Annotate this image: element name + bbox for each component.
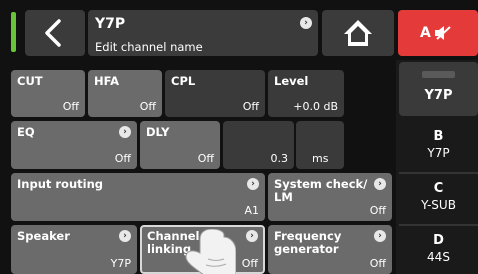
system-check-tile[interactable]: System check/ LM › Off xyxy=(268,173,392,221)
home-icon xyxy=(344,20,372,46)
cut-tile[interactable]: CUT Off xyxy=(11,70,85,117)
cut-label: CUT xyxy=(17,74,43,88)
channel-item-a[interactable]: Y7P xyxy=(399,62,478,116)
info-icon: › xyxy=(247,178,259,190)
channel-item-b[interactable]: B Y7P xyxy=(399,124,478,170)
channel-d-letter: D xyxy=(433,233,444,248)
level-tile[interactable]: Level +0.0 dB xyxy=(268,70,344,117)
input-routing-tile[interactable]: Input routing › A1 xyxy=(11,173,265,221)
delay-unit-value: ms xyxy=(312,152,329,165)
delay-amount-value: 0.3 xyxy=(270,152,289,165)
cpl-value: Off xyxy=(242,100,259,113)
channel-title: Y7P xyxy=(95,16,126,32)
channel-item-c[interactable]: C Y-SUB xyxy=(399,176,478,222)
channel-item-d[interactable]: D 44S xyxy=(399,228,478,274)
frequency-generator-label: Frequency generator xyxy=(274,230,341,256)
divider xyxy=(399,224,478,226)
channel-c-name: Y-SUB xyxy=(421,198,456,212)
hfa-label: HFA xyxy=(94,74,120,88)
info-icon: › xyxy=(119,126,131,138)
channel-d-name: 44S xyxy=(427,250,450,264)
system-check-label-line2: LM xyxy=(274,190,293,204)
touch-finger-icon xyxy=(185,229,236,274)
speaker-value: Y7P xyxy=(110,257,131,270)
info-icon: › xyxy=(374,178,386,190)
back-button[interactable] xyxy=(25,10,85,56)
channel-active-indicator xyxy=(422,71,455,78)
dly-label: DLY xyxy=(146,125,170,139)
level-label: Level xyxy=(274,74,309,88)
input-routing-value: A1 xyxy=(244,204,259,217)
delay-amount-field[interactable]: 0.3 xyxy=(223,121,294,169)
mute-button[interactable]: A xyxy=(398,10,478,56)
frequency-generator-tile[interactable]: Frequency generator › Off xyxy=(268,225,392,274)
channel-linking-tile[interactable]: Channel linking › Off xyxy=(140,225,265,274)
frequency-generator-value: Off xyxy=(369,257,386,270)
delay-unit-field[interactable]: ms xyxy=(296,121,344,169)
dly-value: Off xyxy=(197,152,214,165)
eq-value: Off xyxy=(114,152,131,165)
system-check-value: Off xyxy=(369,204,386,217)
hfa-tile[interactable]: HFA Off xyxy=(88,70,162,117)
divider xyxy=(399,172,478,174)
info-icon: › xyxy=(300,17,312,29)
level-value: +0.0 dB xyxy=(293,100,338,113)
channel-status-indicator xyxy=(11,12,16,52)
info-icon: › xyxy=(246,230,258,242)
channel-subtitle: Edit channel name xyxy=(95,40,203,54)
channel-b-letter: B xyxy=(433,129,444,144)
channel-c-letter: C xyxy=(433,181,444,196)
speaker-muted-icon xyxy=(435,26,451,40)
channel-name-field[interactable]: Y7P Edit channel name › xyxy=(88,10,318,56)
frequency-generator-label-line1: Frequency xyxy=(274,229,342,243)
frequency-generator-label-line2: generator xyxy=(274,242,339,256)
eq-tile[interactable]: EQ › Off xyxy=(11,121,137,169)
chevron-left-icon xyxy=(45,19,61,47)
cpl-label: CPL xyxy=(171,74,196,88)
channel-b-name: Y7P xyxy=(427,146,450,160)
channel-a-name: Y7P xyxy=(424,88,453,103)
cut-value: Off xyxy=(62,100,79,113)
speaker-label: Speaker xyxy=(17,229,70,243)
hfa-value: Off xyxy=(139,100,156,113)
speaker-tile[interactable]: Speaker › Y7P xyxy=(11,225,137,274)
dly-tile[interactable]: DLY Off xyxy=(140,121,220,169)
mute-channel-label: A xyxy=(420,25,431,41)
system-check-label: System check/ LM xyxy=(274,178,367,204)
info-icon: › xyxy=(119,230,131,242)
home-button[interactable] xyxy=(322,10,394,56)
channel-linking-value: Off xyxy=(241,257,258,270)
input-routing-label: Input routing xyxy=(17,177,104,191)
eq-label: EQ xyxy=(17,125,35,139)
system-check-label-line1: System check/ xyxy=(274,177,368,191)
info-icon: › xyxy=(374,230,386,242)
cpl-tile[interactable]: CPL Off xyxy=(165,70,265,117)
